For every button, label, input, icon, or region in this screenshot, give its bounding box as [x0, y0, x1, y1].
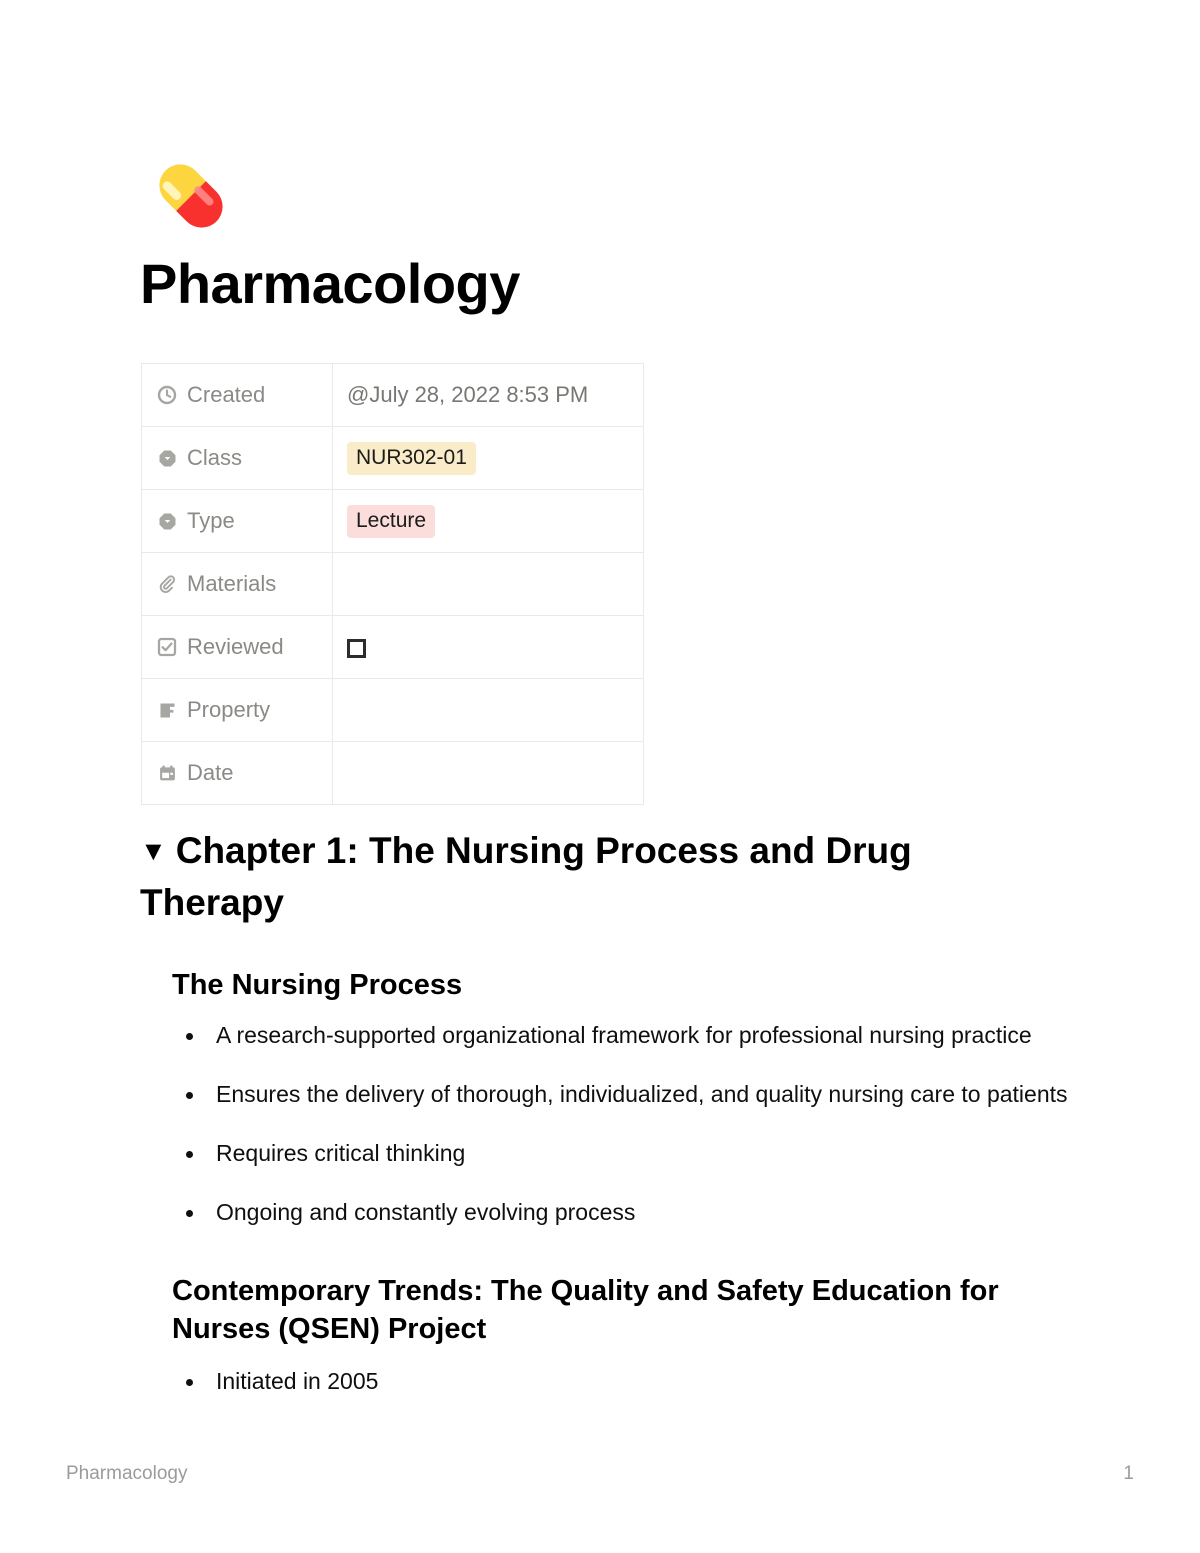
body-content: The Nursing Process A research-supported…: [172, 966, 1072, 1399]
page-footer: Pharmacology 1: [66, 1462, 1134, 1486]
property-key-type: Type: [141, 489, 333, 553]
property-key-materials: Materials: [141, 552, 333, 616]
chapter-heading-text: Chapter 1: The Nursing Process and Drug …: [140, 830, 912, 923]
select-icon: [156, 510, 178, 532]
bullet-list-nursing-process: A research-supported organizational fram…: [172, 1018, 1072, 1230]
chevron-down-icon[interactable]: ▼: [140, 836, 167, 866]
property-key-created: Created: [141, 363, 333, 427]
property-value-date[interactable]: [332, 741, 644, 805]
property-key-class: Class: [141, 426, 333, 490]
property-label: Date: [187, 760, 234, 785]
property-key-property: Property: [141, 678, 333, 742]
property-label: Materials: [187, 571, 277, 596]
property-row-type[interactable]: Type Lecture: [141, 489, 644, 553]
property-value-reviewed[interactable]: [332, 615, 644, 679]
property-value-materials[interactable]: [332, 552, 644, 616]
calendar-icon: [156, 762, 178, 784]
property-value-type[interactable]: Lecture: [332, 489, 644, 553]
created-date-text: @July 28, 2022 8:53 PM: [347, 382, 589, 407]
page-title: Pharmacology: [140, 252, 520, 315]
checkbox-icon: [156, 636, 178, 658]
pill-emoji-icon[interactable]: [143, 148, 239, 244]
property-label: Class: [187, 445, 243, 470]
document-page: Pharmacology Created @July 28, 2022 8:53…: [0, 0, 1200, 1553]
properties-table: Created @July 28, 2022 8:53 PM Class NUR…: [141, 363, 644, 805]
footer-document-name: Pharmacology: [66, 1463, 188, 1484]
reviewed-checkbox[interactable]: [347, 638, 366, 658]
property-row-created[interactable]: Created @July 28, 2022 8:53 PM: [141, 363, 644, 427]
property-label: Type: [187, 508, 235, 533]
chapter-heading[interactable]: ▼ Chapter 1: The Nursing Process and Drug…: [140, 825, 1065, 929]
property-row-materials[interactable]: Materials: [141, 552, 644, 616]
property-key-reviewed: Reviewed: [141, 615, 333, 679]
property-value-property[interactable]: [332, 678, 644, 742]
type-badge: Lecture: [347, 504, 436, 538]
paperclip-icon: [156, 573, 178, 595]
property-value-created[interactable]: @July 28, 2022 8:53 PM: [332, 363, 644, 427]
property-row-reviewed[interactable]: Reviewed: [141, 615, 644, 679]
clock-icon: [156, 384, 178, 406]
property-row-property[interactable]: Property: [141, 678, 644, 742]
property-label: Reviewed: [187, 634, 284, 659]
list-item: Requires critical thinking: [172, 1136, 1072, 1171]
select-icon: [156, 447, 178, 469]
section-heading-qsen: Contemporary Trends: The Quality and Saf…: [172, 1275, 999, 1345]
property-row-date[interactable]: Date: [141, 741, 644, 805]
section-heading-nursing-process: The Nursing Process: [172, 969, 463, 1001]
list-item: A research-supported organizational fram…: [172, 1018, 1072, 1053]
bullet-list-qsen: Initiated in 2005: [172, 1364, 1072, 1399]
property-key-date: Date: [141, 741, 333, 805]
property-row-class[interactable]: Class NUR302-01: [141, 426, 644, 490]
property-label: Property: [187, 697, 271, 722]
property-label: Created: [187, 382, 266, 407]
list-item: Ongoing and constantly evolving process: [172, 1195, 1072, 1230]
class-badge: NUR302-01: [347, 441, 476, 475]
property-value-class[interactable]: NUR302-01: [332, 426, 644, 490]
list-item: Ensures the delivery of thorough, indivi…: [172, 1077, 1072, 1112]
text-icon: [156, 699, 178, 721]
list-item: Initiated in 2005: [172, 1364, 1072, 1399]
footer-page-number: 1: [1123, 1463, 1134, 1484]
